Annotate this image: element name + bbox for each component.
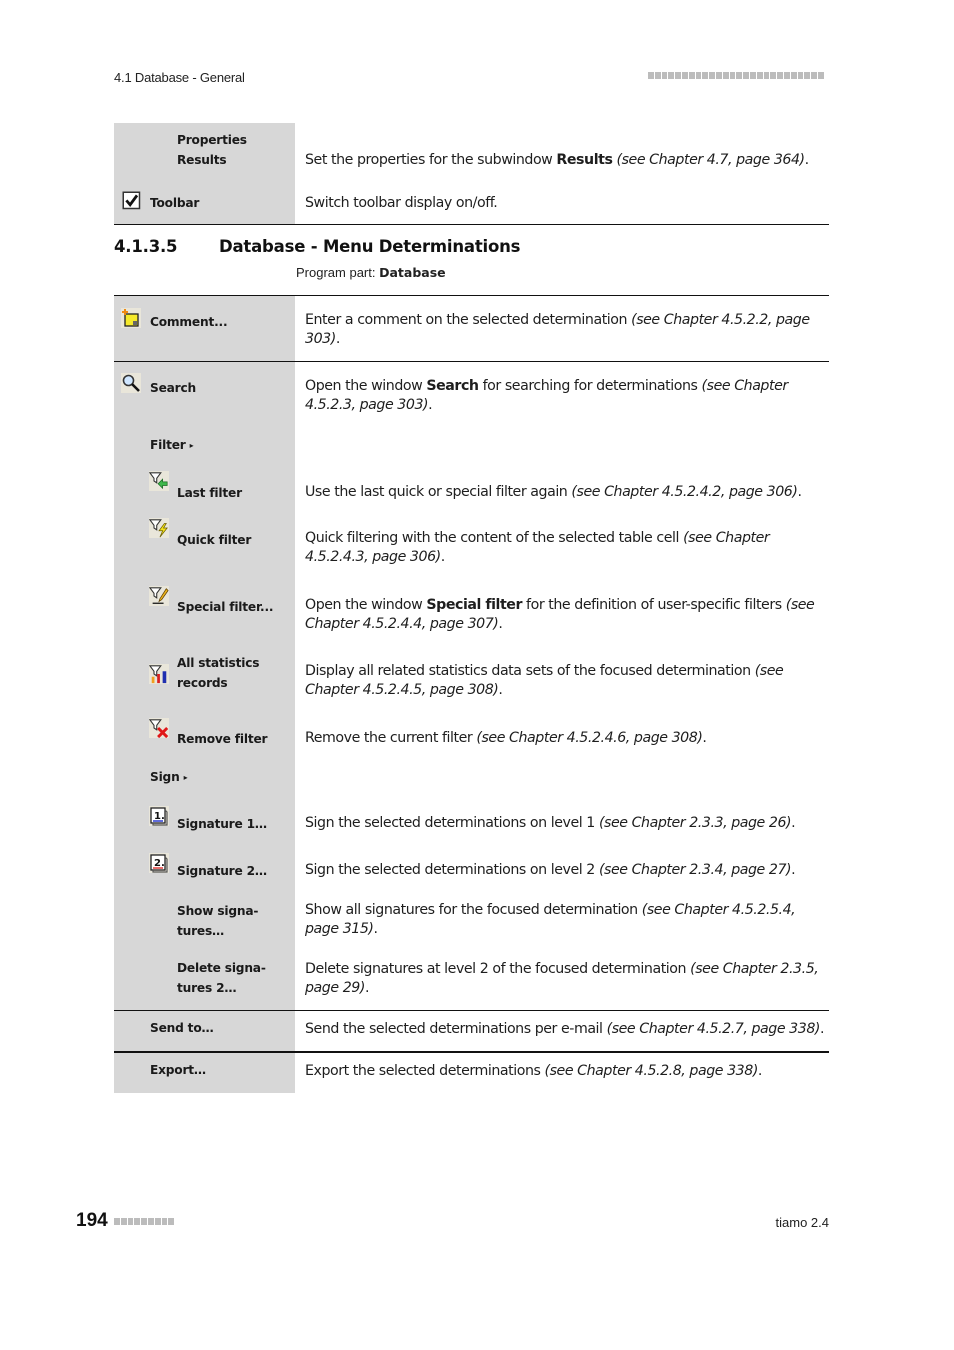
table-row: Search Filter ▸ Last filter Quick filter … <box>114 362 829 1010</box>
menu-item-export[interactable]: Export… <box>150 1060 206 1080</box>
menu-item-remove-filter[interactable]: Remove filter <box>177 729 268 749</box>
properties-results-label: Properties Results <box>177 133 247 167</box>
comment-description: Enter a comment on the selected determin… <box>305 312 810 347</box>
table-row: Properties Results Toolbar Set the prope… <box>114 123 829 224</box>
remove-filter-description: Remove the current filter (see Chapter 4… <box>305 730 707 746</box>
menu-item-signature-2[interactable]: Signature 2… <box>177 861 267 881</box>
remove-filter-icon <box>149 718 171 740</box>
signature-2-icon: 2. <box>149 853 169 873</box>
program-part: Program part: Database <box>296 265 446 280</box>
special-filter-icon <box>149 586 171 608</box>
all-statistics-description: Display all related statistics data sets… <box>305 663 784 698</box>
section-heading: 4.1.3.5 Database - Menu Determinations <box>114 237 521 256</box>
export-description: Export the selected determinations (see … <box>305 1063 762 1079</box>
send-to-description: Send the selected determinations per e-m… <box>305 1021 825 1037</box>
last-filter-description: Use the last quick or special filter aga… <box>305 484 802 500</box>
signature-1-description: Sign the selected determinations on leve… <box>305 815 796 831</box>
search-icon <box>121 373 141 393</box>
quick-filter-description: Quick filtering with the content of the … <box>305 530 770 565</box>
footer-decoration <box>114 1218 175 1225</box>
product-name: tiamo 2.4 <box>775 1215 829 1230</box>
quick-filter-icon <box>149 518 171 540</box>
statistics-filter-icon <box>149 664 171 686</box>
signature-1-icon: 1. <box>149 806 169 826</box>
table-row: Send to… Send the selected determination… <box>114 1011 829 1051</box>
header-decoration <box>648 72 824 79</box>
menu-item-send-to[interactable]: Send to… <box>150 1018 214 1038</box>
menu-item-all-statistics-records[interactable]: All statistics records <box>177 653 259 693</box>
menu-item-search[interactable]: Search <box>150 378 196 398</box>
checkbox-checked-icon <box>122 191 141 210</box>
signature-2-description: Sign the selected determinations on leve… <box>305 862 796 878</box>
table-row: Export… Export the selected determinatio… <box>114 1053 829 1093</box>
toolbar-description: Switch toolbar display on/off. <box>305 195 498 211</box>
menu-item-sign[interactable]: Sign ▸ <box>150 767 188 788</box>
menu-item-signature-1[interactable]: Signature 1… <box>177 814 267 834</box>
delete-signatures-description: Delete signatures at level 2 of the focu… <box>305 961 819 996</box>
menu-item-comment[interactable]: Comment... <box>150 312 228 332</box>
page-number: 194 <box>76 1210 108 1231</box>
toolbar-label: Toolbar <box>150 196 200 210</box>
menu-determinations-table: Comment... Enter a comment on the select… <box>114 295 829 1093</box>
top-menu-table: Properties Results Toolbar Set the prope… <box>114 123 829 225</box>
last-filter-icon <box>149 471 171 493</box>
menu-item-last-filter[interactable]: Last filter <box>177 483 242 503</box>
submenu-arrow-icon: ▸ <box>189 441 194 450</box>
menu-item-filter[interactable]: Filter ▸ <box>150 435 194 456</box>
show-signatures-description: Show all signatures for the focused dete… <box>305 902 796 937</box>
properties-results-description: Set the properties for the subwindow Res… <box>305 152 809 168</box>
menu-item-delete-signatures[interactable]: Delete signa- tures 2… <box>177 958 266 998</box>
comment-icon <box>121 308 141 328</box>
special-filter-description: Open the window Special filter for the d… <box>305 597 815 632</box>
table-row: Comment... Enter a comment on the select… <box>114 296 829 361</box>
menu-item-show-signatures[interactable]: Show signa- tures… <box>177 901 258 941</box>
menu-item-quick-filter[interactable]: Quick filter <box>177 530 251 550</box>
menu-item-special-filter[interactable]: Special filter... <box>177 597 274 617</box>
search-description: Open the window Search for searching for… <box>305 378 788 413</box>
divider <box>114 224 829 225</box>
submenu-arrow-icon: ▸ <box>183 773 188 782</box>
running-header-section: 4.1 Database - General <box>114 70 245 85</box>
